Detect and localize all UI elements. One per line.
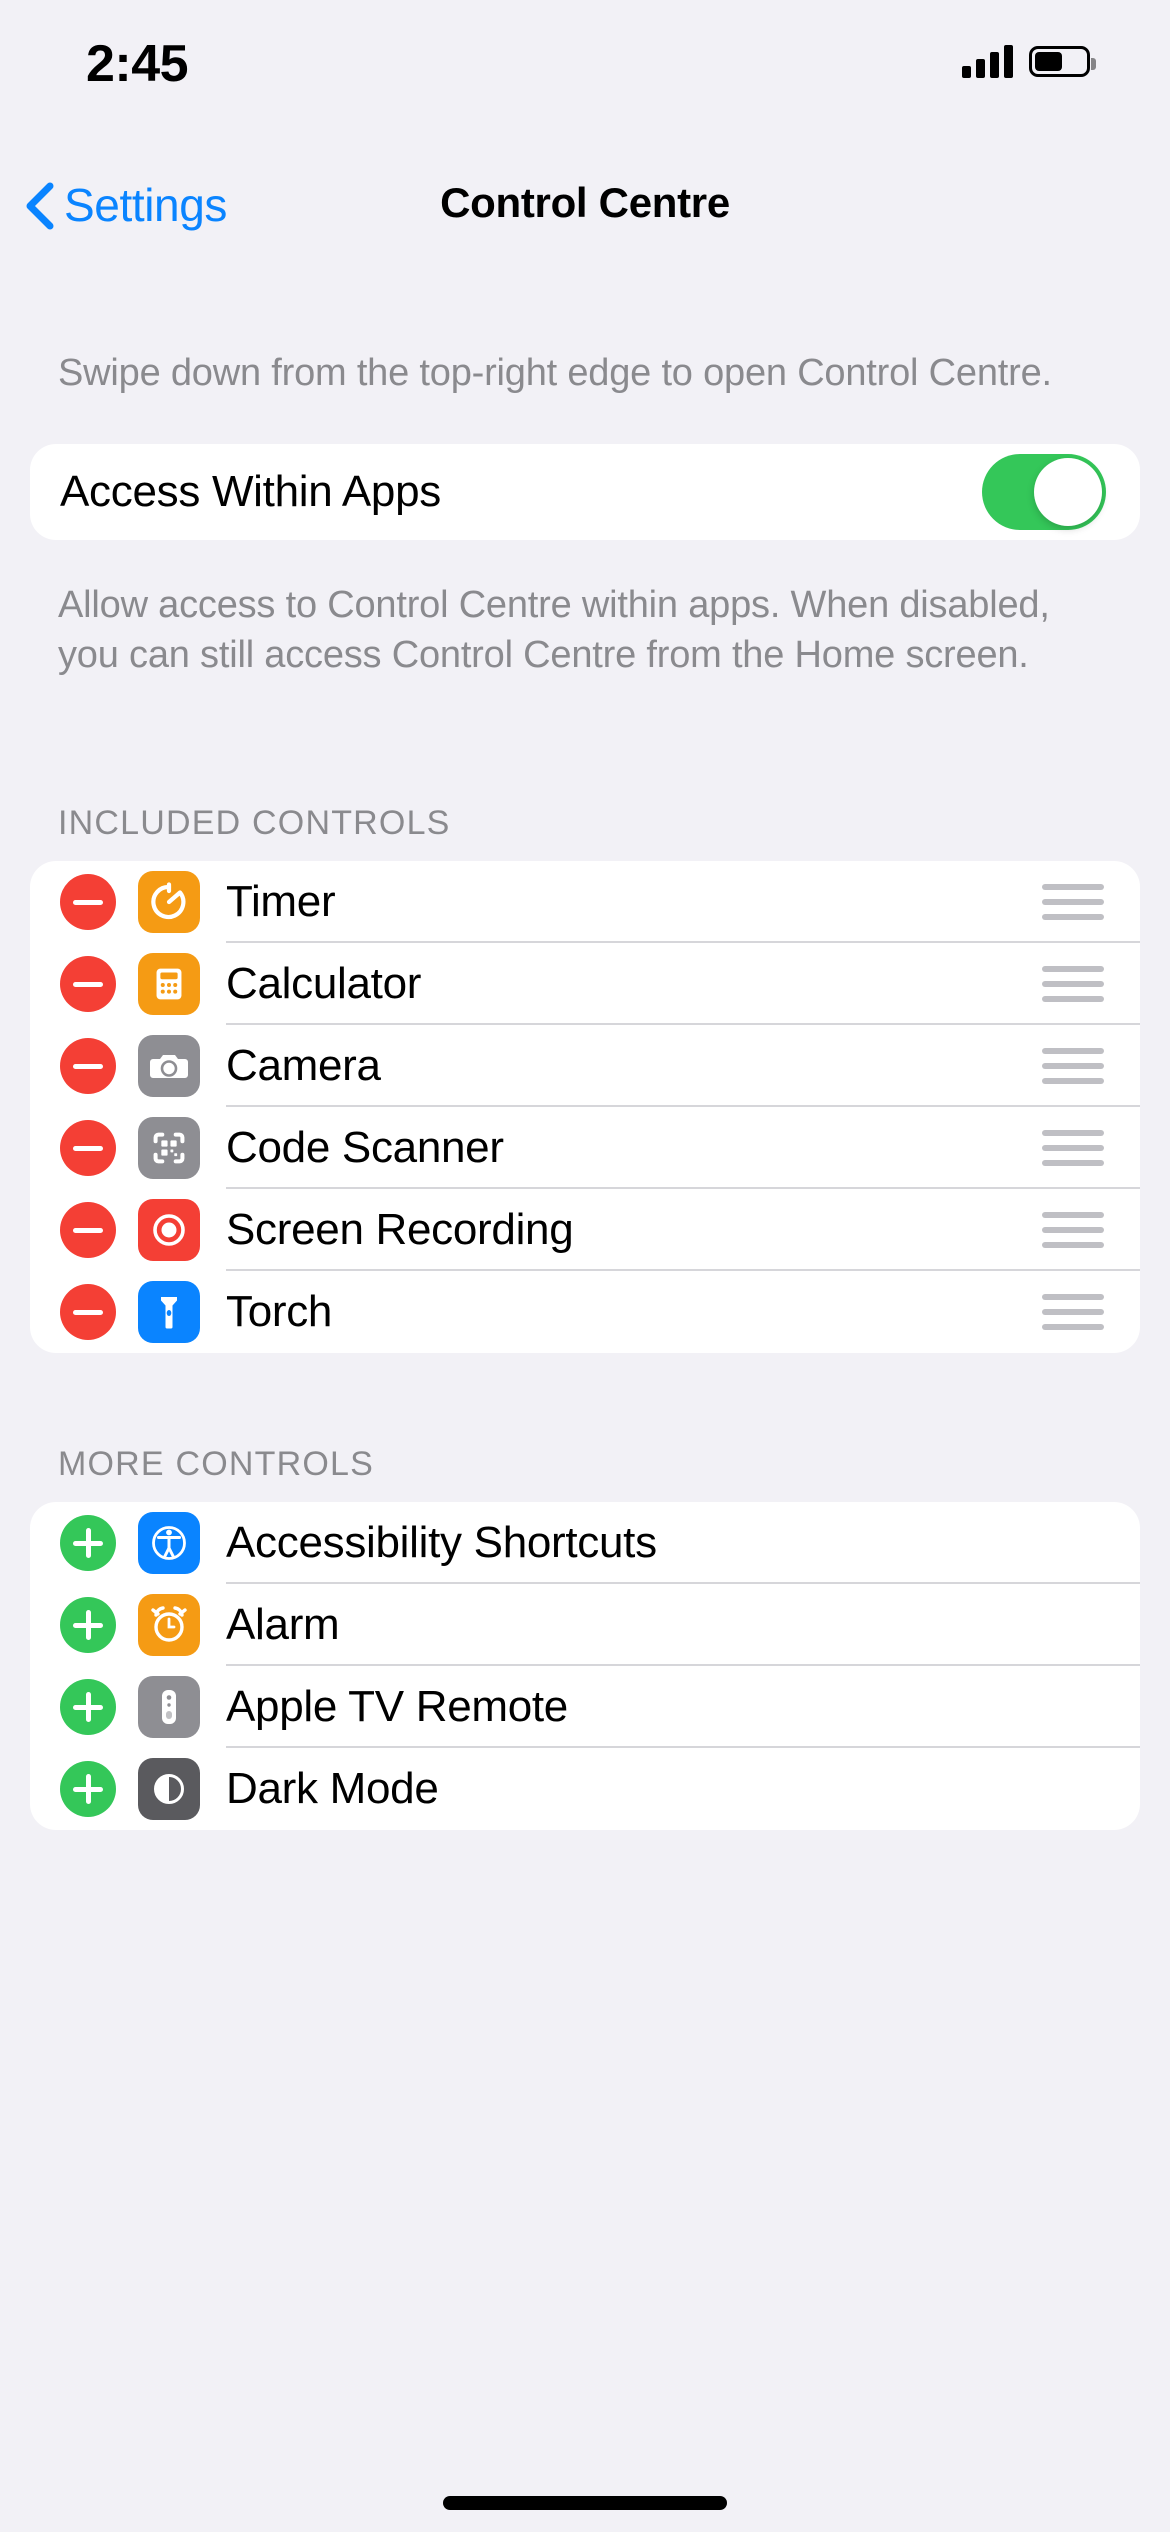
calculator-icon (138, 953, 200, 1015)
drag-handle-icon[interactable] (1042, 1130, 1104, 1166)
intro-note: Swipe down from the top-right edge to op… (58, 352, 1052, 394)
control-row[interactable]: Accessibility Shortcuts (30, 1502, 1140, 1584)
included-controls-header: INCLUDED CONTROLS (58, 804, 451, 842)
back-button-label: Settings (64, 179, 228, 231)
more-controls-card: Accessibility Shortcuts Alarm Apple TV R… (30, 1502, 1140, 1830)
add-control-button[interactable] (60, 1597, 116, 1653)
control-row[interactable]: Alarm (30, 1584, 1140, 1666)
more-controls-header: MORE CONTROLS (58, 1445, 374, 1483)
included-controls-card: Timer Calculator Camera Code Scanner Scr… (30, 861, 1140, 1353)
timer-icon (138, 871, 200, 933)
control-row[interactable]: Torch (30, 1271, 1140, 1353)
remove-control-button[interactable] (60, 1284, 116, 1340)
drag-handle-icon[interactable] (1042, 1212, 1104, 1248)
control-row-content: Dark Mode (226, 1748, 1140, 1830)
control-label: Apple TV Remote (226, 1682, 568, 1731)
control-label: Calculator (226, 959, 422, 1008)
cellular-signal-icon (962, 44, 1013, 78)
chevron-left-icon (22, 182, 56, 230)
control-row-content: Camera (226, 1025, 1140, 1107)
control-row-content: Apple TV Remote (226, 1666, 1140, 1748)
flashlight-icon (138, 1281, 200, 1343)
remove-control-button[interactable] (60, 1120, 116, 1176)
control-row[interactable]: Timer (30, 861, 1140, 943)
record-circle-icon (138, 1199, 200, 1261)
drag-handle-icon[interactable] (1042, 1048, 1104, 1084)
control-row-content: Code Scanner (226, 1107, 1140, 1189)
qr-code-scanner-icon (138, 1117, 200, 1179)
back-button[interactable]: Settings (22, 178, 227, 232)
status-bar-time: 2:45 (86, 35, 189, 93)
control-label: Timer (226, 877, 336, 926)
control-label: Alarm (226, 1600, 340, 1649)
control-row-content: Alarm (226, 1584, 1140, 1666)
tv-remote-icon (138, 1676, 200, 1738)
drag-handle-icon[interactable] (1042, 884, 1104, 920)
toggle-knob (1034, 458, 1102, 526)
add-control-button[interactable] (60, 1761, 116, 1817)
accessibility-icon (138, 1512, 200, 1574)
access-within-apps-row[interactable]: Access Within Apps (30, 444, 1140, 540)
access-within-apps-label: Access Within Apps (60, 467, 441, 516)
control-row-content: Timer (226, 861, 1140, 943)
control-row[interactable]: Code Scanner (30, 1107, 1140, 1189)
battery-icon (1029, 45, 1096, 77)
access-within-apps-footer: Allow access to Control Centre within ap… (58, 584, 1050, 676)
access-within-apps-card: Access Within Apps (30, 444, 1140, 540)
control-row[interactable]: Apple TV Remote (30, 1666, 1140, 1748)
remove-control-button[interactable] (60, 1202, 116, 1258)
remove-control-button[interactable] (60, 1038, 116, 1094)
control-row-content: Screen Recording (226, 1189, 1140, 1271)
control-row-content: Accessibility Shortcuts (226, 1502, 1140, 1584)
camera-icon (138, 1035, 200, 1097)
control-row[interactable]: Calculator (30, 943, 1140, 1025)
control-label: Screen Recording (226, 1205, 574, 1254)
control-row-content: Torch (226, 1271, 1140, 1353)
status-bar-indicators (962, 44, 1096, 78)
home-indicator (443, 2496, 727, 2510)
navigation-bar: Settings Control Centre (0, 150, 1170, 260)
control-label: Camera (226, 1041, 381, 1090)
control-label: Accessibility Shortcuts (226, 1518, 657, 1567)
control-label: Torch (226, 1287, 333, 1336)
remove-control-button[interactable] (60, 956, 116, 1012)
control-row[interactable]: Screen Recording (30, 1189, 1140, 1271)
control-row[interactable]: Camera (30, 1025, 1140, 1107)
control-label: Dark Mode (226, 1764, 439, 1813)
remove-control-button[interactable] (60, 874, 116, 930)
drag-handle-icon[interactable] (1042, 966, 1104, 1002)
add-control-button[interactable] (60, 1515, 116, 1571)
control-row-content: Calculator (226, 943, 1140, 1025)
status-bar: 2:45 (0, 0, 1170, 150)
add-control-button[interactable] (60, 1679, 116, 1735)
access-within-apps-toggle[interactable] (982, 454, 1106, 530)
drag-handle-icon[interactable] (1042, 1294, 1104, 1330)
page-title: Control Centre (440, 179, 730, 226)
alarm-clock-icon (138, 1594, 200, 1656)
dark-mode-icon (138, 1758, 200, 1820)
settings-scroll-area[interactable]: Swipe down from the top-right edge to op… (0, 260, 1170, 1830)
control-row[interactable]: Dark Mode (30, 1748, 1140, 1830)
control-label: Code Scanner (226, 1123, 504, 1172)
